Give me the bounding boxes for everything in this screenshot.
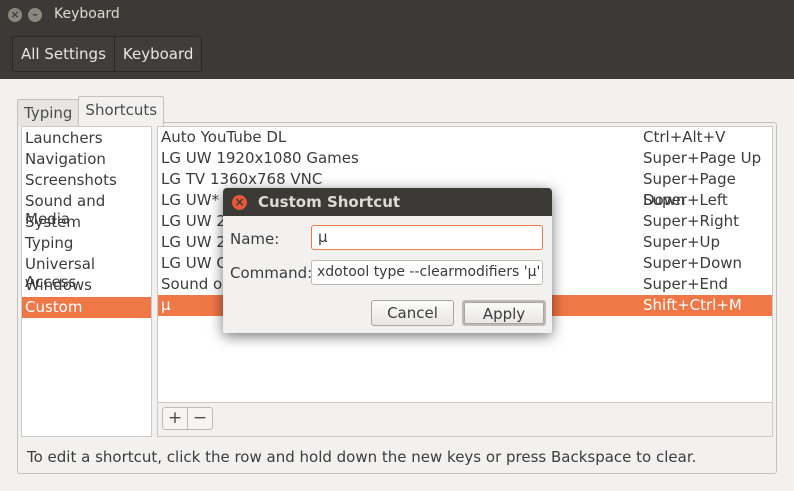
shortcut-accel: Super+Left <box>643 191 728 209</box>
category-custom-shortcuts[interactable]: Custom Shortcuts <box>22 297 151 337</box>
custom-shortcut-dialog: × Custom Shortcut Name: μ Command: xdoto… <box>223 188 552 333</box>
add-remove-group: + − <box>162 407 213 430</box>
shortcut-row[interactable]: Auto YouTube DL Ctrl+Alt+V <box>158 127 772 148</box>
shortcut-accel: Super+Up <box>643 233 721 251</box>
shortcut-accel: Ctrl+Alt+V <box>643 128 726 146</box>
name-label: Name: <box>230 230 280 248</box>
shortcut-accel: Super+Right <box>643 212 740 230</box>
remove-shortcut-button[interactable]: − <box>187 408 212 429</box>
category-typing[interactable]: Typing <box>25 234 73 252</box>
shortcut-name: Auto YouTube DL <box>161 128 287 146</box>
shortcut-name: Sound or <box>161 275 229 293</box>
shortcut-accel: Super+End <box>643 275 729 293</box>
shortcut-name: μ <box>161 296 171 314</box>
command-label: Command: <box>230 264 313 282</box>
breadcrumb: All Settings Keyboard <box>12 36 203 72</box>
add-shortcut-button[interactable]: + <box>163 408 187 429</box>
hint-text: To edit a shortcut, click the row and ho… <box>27 448 697 466</box>
category-screenshots[interactable]: Screenshots <box>25 171 117 189</box>
category-list: Launchers Navigation Screenshots Sound a… <box>21 126 152 437</box>
shortcut-name: LG UW O <box>161 254 229 272</box>
shortcut-accel: Super+Down <box>643 254 743 272</box>
shortcut-row[interactable]: LG UW 1920x1080 Games Super+Page Up <box>158 148 772 169</box>
category-launchers[interactable]: Launchers <box>25 129 103 147</box>
tab-typing[interactable]: Typing <box>17 99 80 126</box>
minimize-window-icon[interactable]: – <box>28 8 42 22</box>
breadcrumb-keyboard[interactable]: Keyboard <box>115 37 202 71</box>
close-window-icon[interactable]: × <box>8 8 22 22</box>
list-toolbar: + − <box>157 403 773 437</box>
category-navigation[interactable]: Navigation <box>25 150 106 168</box>
tab-bar: Typing Shortcuts <box>17 96 165 126</box>
dialog-title-bar: × Custom Shortcut <box>223 188 552 216</box>
title-bar: × – Keyboard <box>0 0 794 30</box>
dialog-close-icon[interactable]: × <box>232 195 247 210</box>
apply-button[interactable]: Apply <box>462 300 546 326</box>
shortcut-accel: Super+Page Up <box>643 149 762 167</box>
window-title: Keyboard <box>54 6 120 22</box>
shortcut-name: LG UW 1920x1080 Games <box>161 149 359 167</box>
command-field[interactable]: xdotool type --clearmodifiers 'μ' <box>311 260 543 285</box>
header-toolbar: All Settings Keyboard <box>0 30 794 79</box>
category-system[interactable]: System <box>25 213 81 231</box>
cancel-button[interactable]: Cancel <box>371 300 454 326</box>
shortcut-name: LG TV 1360x768 VNC <box>161 170 323 188</box>
category-windows[interactable]: Windows <box>25 276 92 294</box>
breadcrumb-all-settings[interactable]: All Settings <box>13 37 115 71</box>
tab-shortcuts[interactable]: Shortcuts <box>78 96 165 126</box>
dialog-title: Custom Shortcut <box>258 193 401 211</box>
shortcut-row[interactable]: LG TV 1360x768 VNC Super+Page Down <box>158 169 772 209</box>
shortcut-accel: Shift+Ctrl+M <box>643 296 742 314</box>
name-field[interactable]: μ <box>311 225 543 250</box>
